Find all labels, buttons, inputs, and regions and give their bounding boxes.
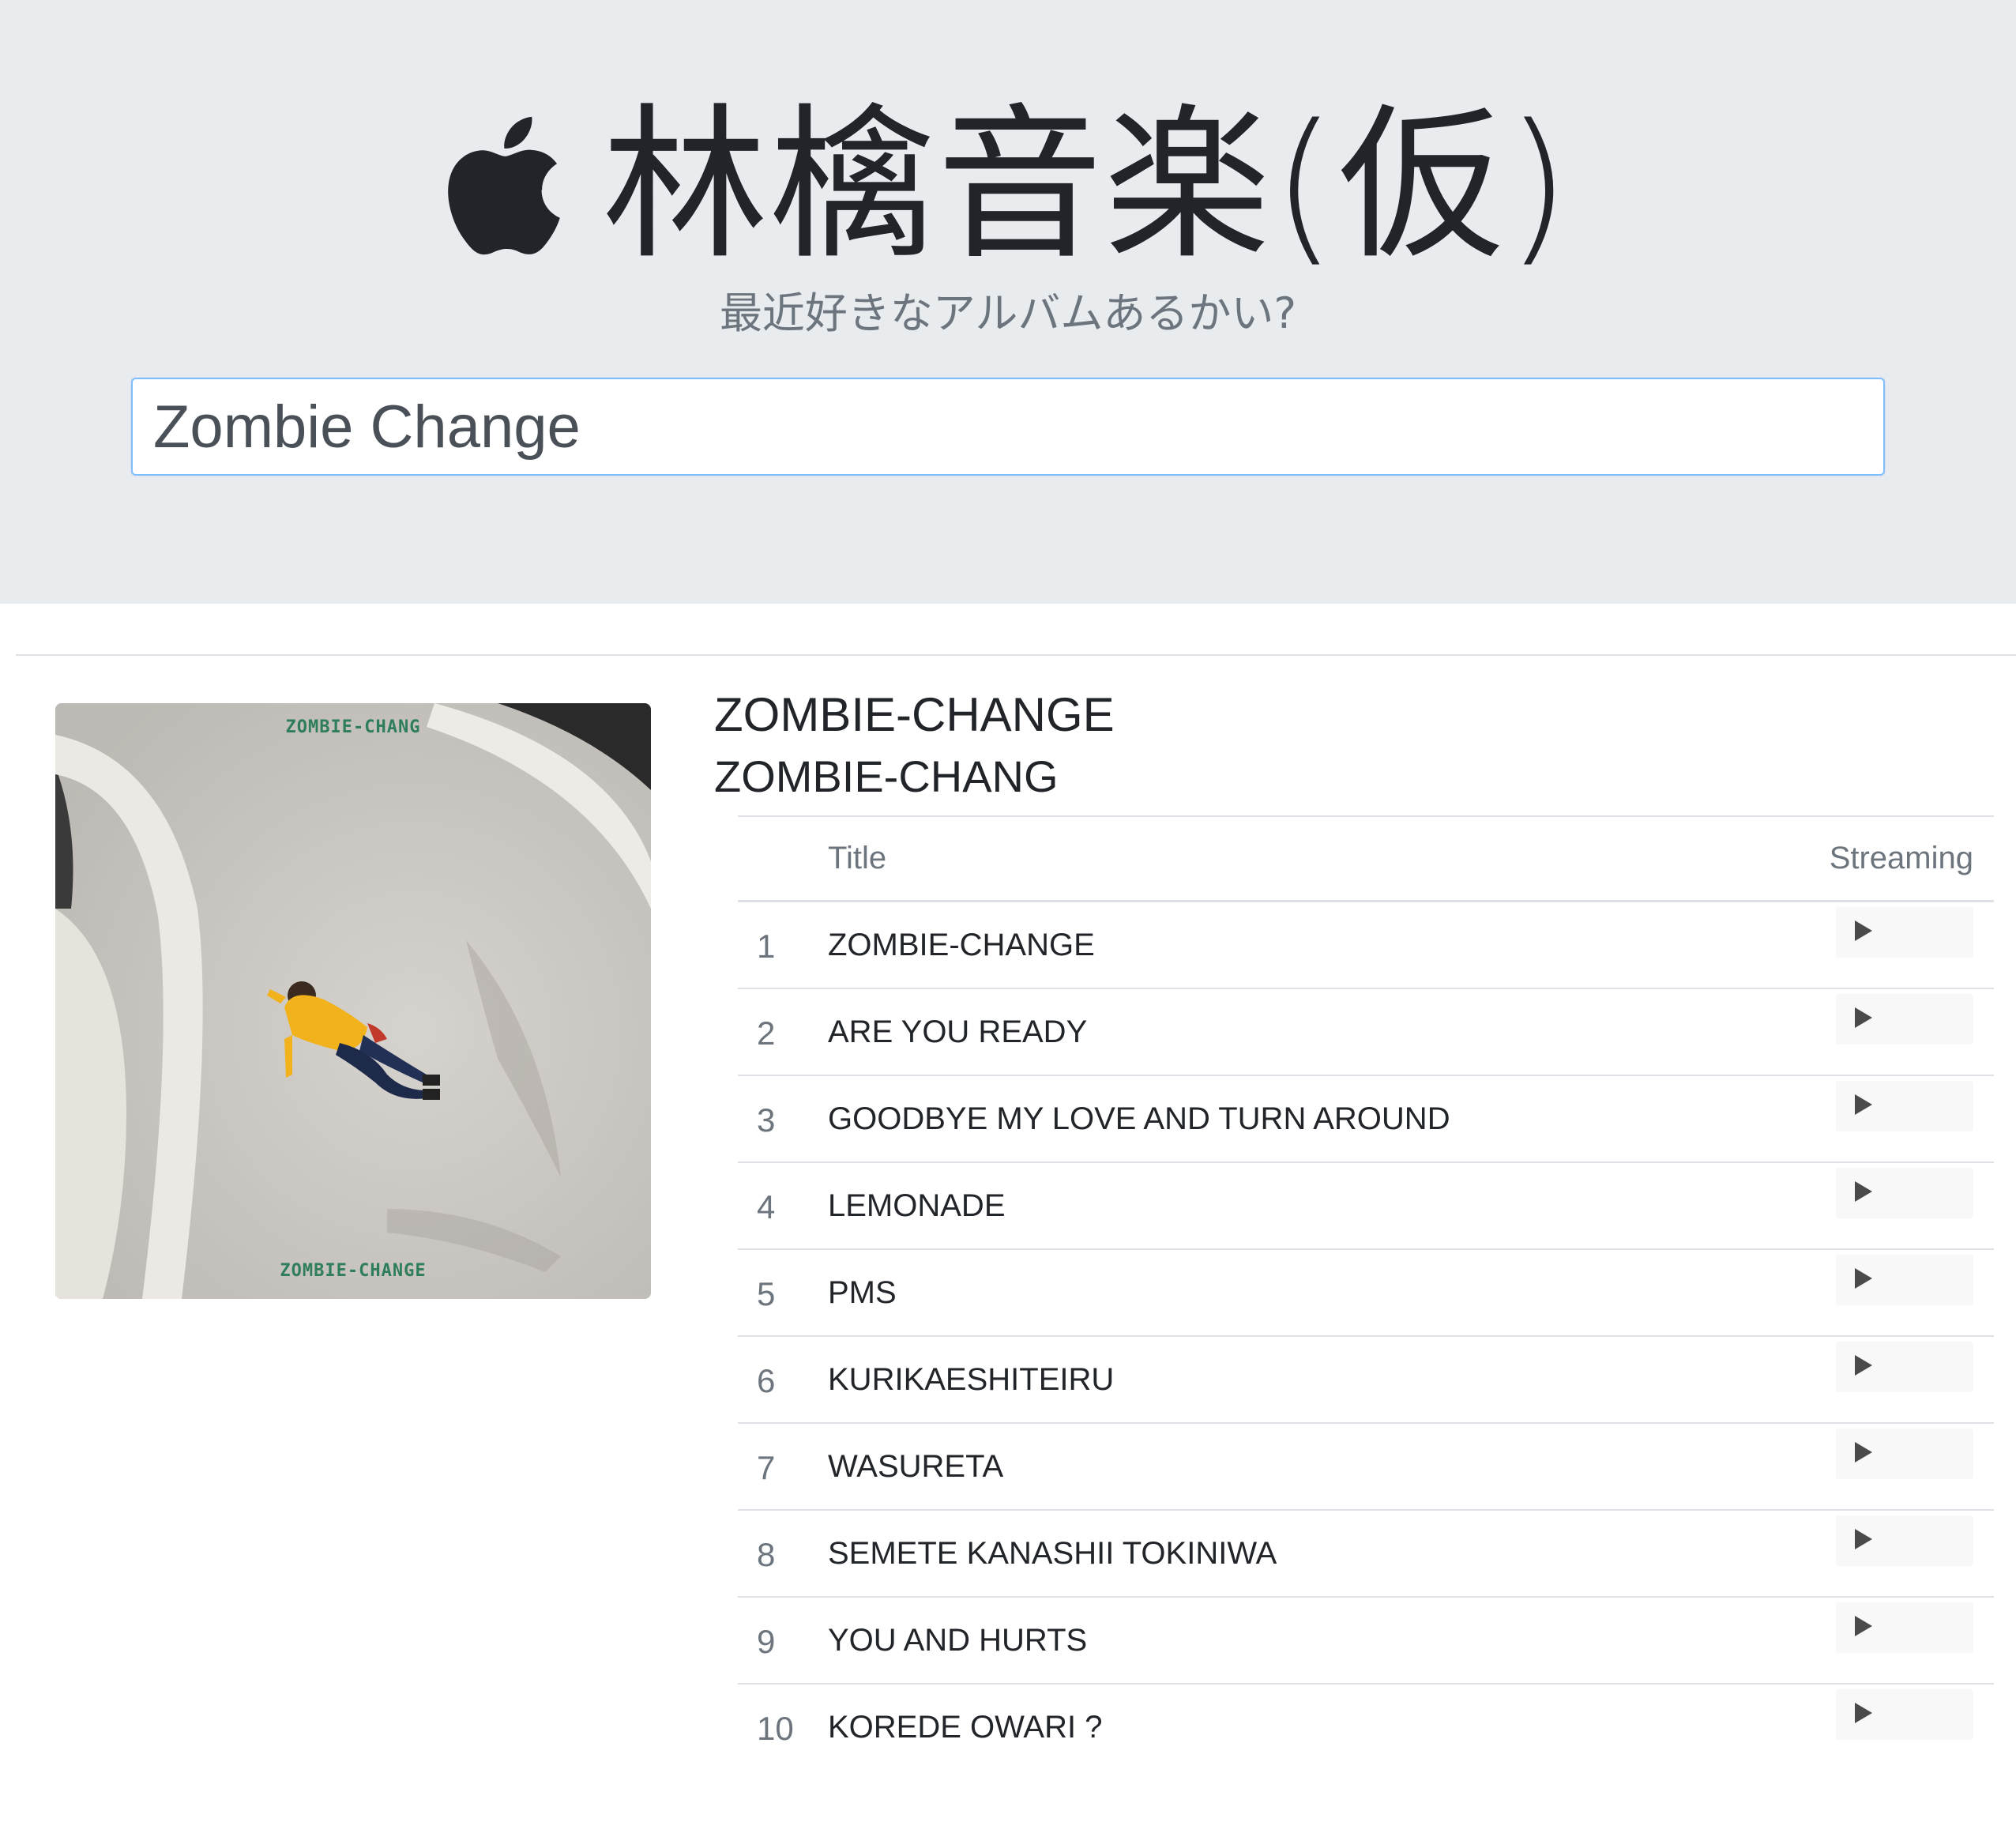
play-button[interactable]: [1836, 1255, 1973, 1305]
table-row: 10 KOREDE OWARI ?: [738, 1685, 1994, 1771]
play-icon: [1855, 1094, 1872, 1115]
page-title: 林檎音楽(仮): [602, 88, 1572, 282]
track-title: KOREDE OWARI ?: [828, 1710, 1103, 1745]
track-title: GOODBYE MY LOVE AND TURN AROUND: [828, 1101, 1450, 1136]
play-button[interactable]: [1836, 1515, 1973, 1566]
apple-logo-icon: [448, 116, 560, 255]
tagline: 最近好きなアルバムあるかい?: [719, 288, 1297, 338]
table-row: 3 GOODBYE MY LOVE AND TURN AROUND: [738, 1076, 1994, 1163]
table-header: Title Streaming: [738, 815, 1994, 902]
search-box: [131, 378, 1885, 476]
track-title: SEMETE KANASHII TOKINIWA: [828, 1536, 1277, 1571]
album-title: ZOMBIE-CHANGE: [714, 688, 1115, 741]
play-button[interactable]: [1836, 1081, 1973, 1131]
play-icon: [1855, 1703, 1872, 1723]
table-row: 1 ZOMBIE-CHANGE: [738, 902, 1994, 989]
table-row: 4 LEMONADE: [738, 1163, 1994, 1250]
play-icon: [1855, 1268, 1872, 1289]
table-row: 5 PMS: [738, 1250, 1994, 1337]
table-row: 2 ARE YOU READY: [738, 989, 1994, 1076]
track-title: KURIKAESHITEIRU: [828, 1362, 1115, 1397]
table-body: 1 ZOMBIE-CHANGE 2 ARE YOU READY 3 GOODBYE MY …: [738, 902, 1994, 1771]
track-title: ARE YOU READY: [828, 1015, 1088, 1049]
track-number: 1: [757, 928, 776, 965]
play-icon: [1855, 1442, 1872, 1462]
cover-text-top: ZOMBIE-CHANG: [285, 717, 421, 737]
play-icon: [1855, 1355, 1872, 1376]
album-cover-art: [55, 703, 651, 1299]
cover-text-bottom: ZOMBIE-CHANGE: [280, 1261, 427, 1281]
brand: 林檎音楽(仮): [0, 103, 2016, 269]
track-number: 6: [757, 1362, 776, 1399]
table-row: 6 KURIKAESHITEIRU: [738, 1337, 1994, 1424]
play-icon: [1855, 1007, 1872, 1028]
play-button[interactable]: [1836, 1689, 1973, 1740]
track-number: 10: [757, 1710, 794, 1747]
track-title: YOU AND HURTS: [828, 1623, 1088, 1658]
search-input[interactable]: [133, 379, 1883, 474]
divider: [16, 654, 2016, 656]
column-header-streaming: Streaming: [1829, 841, 1973, 875]
header-jumbotron: 林檎音楽(仮) 最近好きなアルバムあるかい?: [0, 0, 2016, 604]
play-icon: [1855, 1529, 1872, 1549]
track-number: 5: [757, 1275, 776, 1312]
track-title: LEMONADE: [828, 1188, 1006, 1223]
track-number: 3: [757, 1101, 776, 1139]
play-icon: [1855, 1616, 1872, 1636]
play-button[interactable]: [1836, 907, 1973, 958]
table-row: 8 SEMETE KANASHII TOKINIWA: [738, 1511, 1994, 1598]
album-cover: ZOMBIE-CHANG ZOMBIE-CHANGE: [55, 703, 651, 1299]
play-button[interactable]: [1836, 1342, 1973, 1392]
table-row: 9 YOU AND HURTS: [738, 1598, 1994, 1685]
table-row: 7 WASURETA: [738, 1424, 1994, 1511]
track-number: 8: [757, 1536, 776, 1573]
play-icon: [1855, 920, 1872, 941]
tracks-table: Title Streaming 1 ZOMBIE-CHANGE 2 ARE YOU R…: [738, 815, 1994, 1771]
track-title: PMS: [828, 1275, 897, 1310]
play-icon: [1855, 1181, 1872, 1202]
track-title: WASURETA: [828, 1449, 1004, 1484]
track-number: 7: [757, 1449, 776, 1486]
track-number: 4: [757, 1188, 776, 1225]
track-number: 2: [757, 1015, 776, 1052]
artist-name: ZOMBIE-CHANG: [714, 751, 1059, 801]
column-header-title: Title: [828, 841, 887, 875]
track-number: 9: [757, 1623, 776, 1660]
play-button[interactable]: [1836, 1429, 1973, 1479]
play-button[interactable]: [1836, 1602, 1973, 1653]
play-button[interactable]: [1836, 994, 1973, 1045]
track-title: ZOMBIE-CHANGE: [828, 928, 1095, 962]
play-button[interactable]: [1836, 1168, 1973, 1218]
